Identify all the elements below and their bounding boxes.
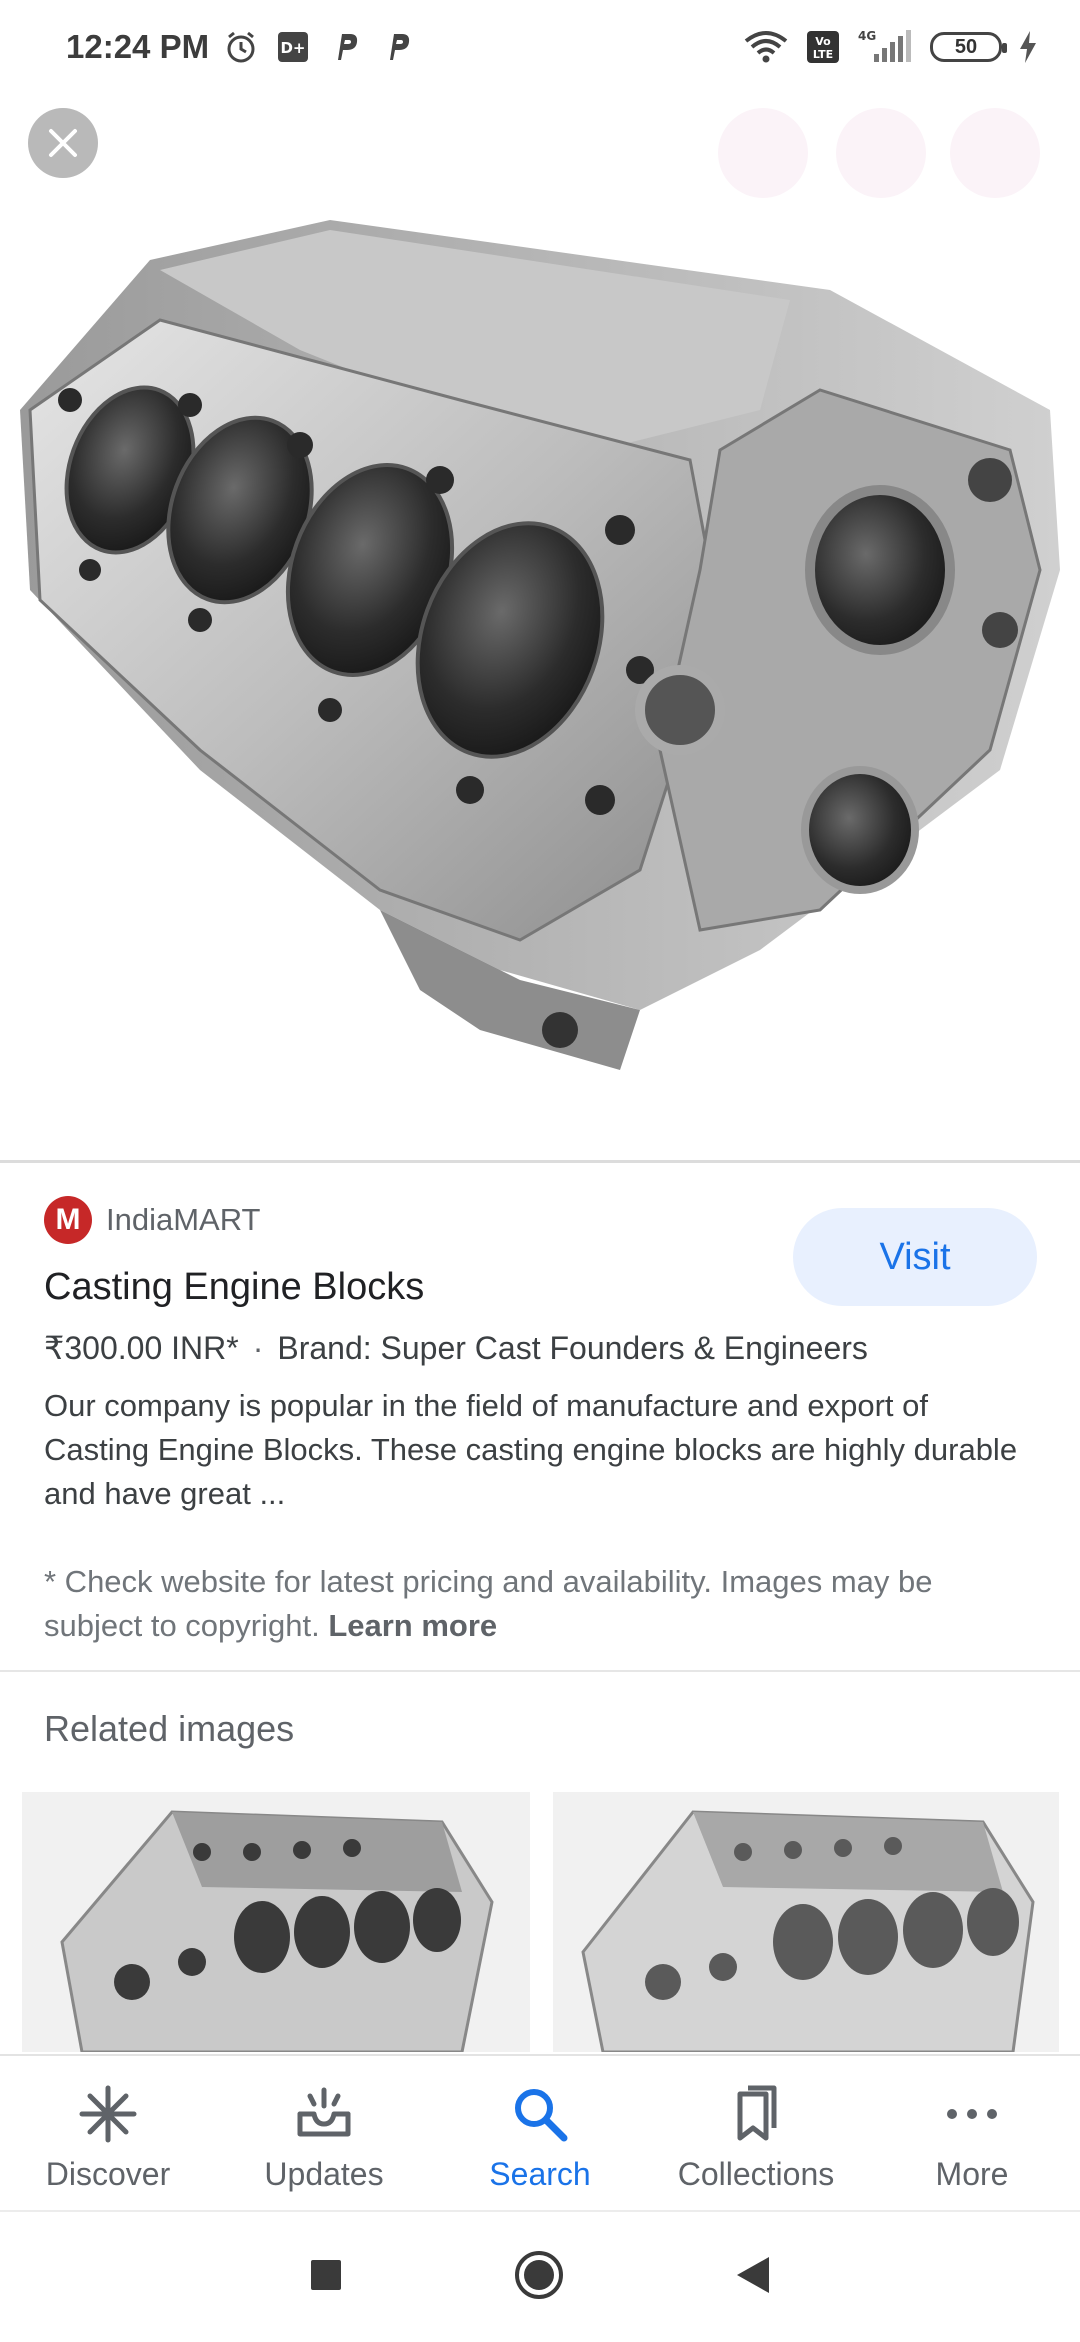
nav-label-search: Search xyxy=(489,2156,591,2192)
svg-text:D+: D+ xyxy=(280,39,305,57)
charging-bolt-icon xyxy=(1016,28,1040,66)
wifi-icon xyxy=(742,28,790,66)
home-circle-icon[interactable] xyxy=(513,2249,565,2306)
bottom-navigation: Discover Updates Search Collections More xyxy=(0,2054,1080,2212)
learn-more-link[interactable]: Learn more xyxy=(328,1608,497,1643)
nav-label-collections: Collections xyxy=(677,2156,835,2192)
volte-icon: Vo LTE xyxy=(804,28,842,66)
nav-label-updates: Updates xyxy=(264,2156,384,2192)
nav-more[interactable]: More xyxy=(864,2056,1080,2212)
hero-divider xyxy=(0,1160,1080,1163)
related-image-2[interactable] xyxy=(553,1792,1059,2052)
disclaimer: * Check website for latest pricing and a… xyxy=(44,1560,1034,1648)
nav-discover[interactable]: Discover xyxy=(0,2056,216,2212)
product-description: Our company is popular in the field of m… xyxy=(44,1388,1018,1511)
battery-level: 50 xyxy=(954,35,978,58)
nav-label-discover: Discover xyxy=(45,2156,171,2192)
alarm-icon xyxy=(222,28,260,66)
source-name[interactable]: IndiaMART xyxy=(106,1202,261,1238)
section-divider xyxy=(0,1670,1080,1672)
signal-4g-icon: 4G xyxy=(856,28,916,66)
battery-indicator: 50 xyxy=(930,32,1007,62)
search-icon xyxy=(510,2084,570,2144)
svg-text:LTE: LTE xyxy=(813,48,833,61)
logo-letter: M xyxy=(55,1203,81,1236)
related-image-1[interactable] xyxy=(22,1792,530,2052)
product-title[interactable]: Casting Engine Blocks xyxy=(44,1266,424,1309)
disney-hotstar-icon: D+ xyxy=(274,28,312,66)
updates-tray-icon xyxy=(294,2084,354,2144)
nav-collections[interactable]: Collections xyxy=(648,2056,864,2212)
svg-text:4G: 4G xyxy=(858,29,876,43)
recents-square-icon[interactable] xyxy=(309,2258,343,2297)
price: ₹300.00 INR* xyxy=(44,1330,239,1366)
more-dots-icon xyxy=(942,2084,1002,2144)
collections-icon xyxy=(726,2084,786,2144)
indiamart-logo: M xyxy=(44,1196,92,1244)
parking-p-icon-2 xyxy=(378,28,416,66)
system-navigation xyxy=(0,2210,1080,2342)
brand: Brand: Super Cast Founders & Engineers xyxy=(277,1330,868,1366)
asterisk-icon xyxy=(78,2084,138,2144)
nav-label-more: More xyxy=(935,2156,1009,2192)
related-images-heading: Related images xyxy=(44,1708,295,1749)
status-time: 12:24 PM xyxy=(66,28,210,65)
product-image[interactable] xyxy=(0,150,1080,1160)
visit-button[interactable]: Visit xyxy=(793,1208,1037,1306)
status-notification-icons: D+ xyxy=(222,28,416,66)
status-system-icons: Vo LTE 4G 50 xyxy=(742,28,1040,66)
back-triangle-icon[interactable] xyxy=(735,2255,771,2300)
nav-search[interactable]: Search xyxy=(432,2056,648,2212)
status-bar: 12:24 PM D+ Vo LTE 4G 50 xyxy=(0,0,1080,100)
parking-p-icon xyxy=(326,28,364,66)
svg-text:Vo: Vo xyxy=(815,35,831,48)
source-row[interactable]: M IndiaMART xyxy=(44,1196,261,1244)
separator-dot: · xyxy=(252,1330,264,1366)
price-line: ₹300.00 INR* · Brand: Super Cast Founders … xyxy=(44,1329,868,1367)
nav-updates[interactable]: Updates xyxy=(216,2056,432,2212)
